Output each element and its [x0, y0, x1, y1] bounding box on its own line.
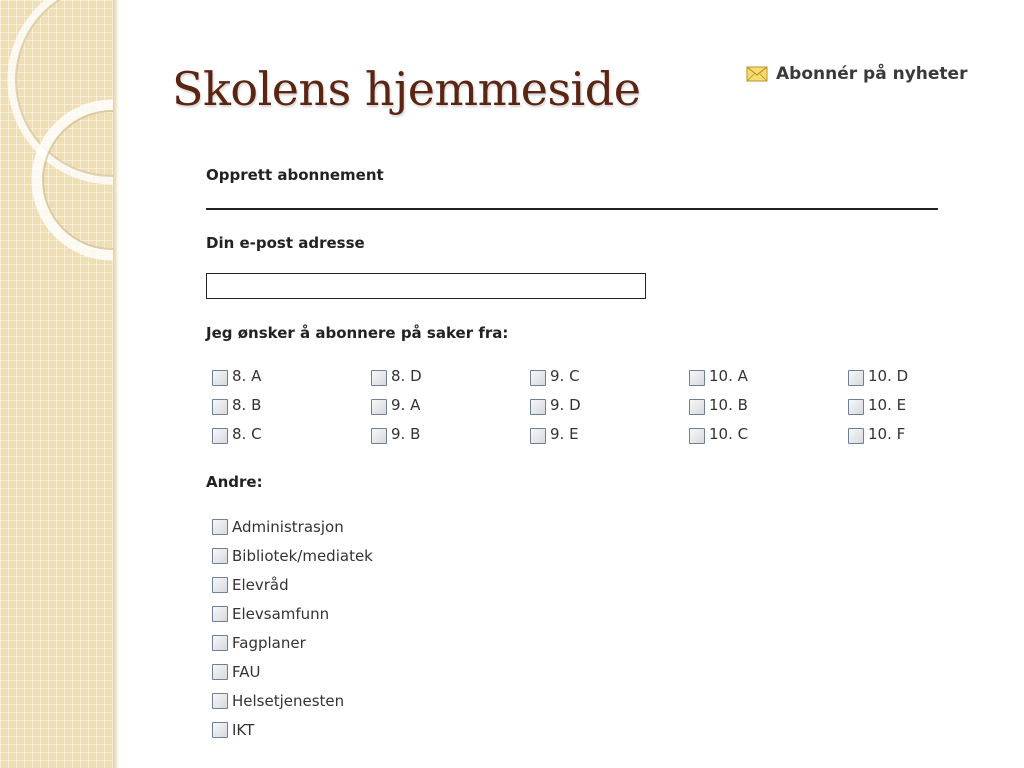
checkbox-label: 8. B	[232, 396, 262, 414]
checkbox-class-10f[interactable]: 10. F	[848, 424, 905, 444]
subscribe-news-label: Abonnér på nyheter	[776, 64, 968, 84]
checkbox-label: FAU	[232, 663, 261, 681]
email-label: Din e-post adresse	[206, 234, 365, 252]
checkbox-label: Helsetjenesten	[232, 692, 345, 710]
checkbox[interactable]	[848, 428, 864, 444]
checkbox-label: 8. A	[232, 367, 262, 385]
checkbox-class-10e[interactable]: 10. E	[848, 395, 906, 415]
slide-title: Skolens hjemmeside	[172, 62, 641, 116]
checkbox[interactable]	[530, 370, 546, 386]
decorative-rings	[7, 0, 113, 261]
email-field[interactable]	[206, 273, 646, 299]
checkbox-fau[interactable]: FAU	[212, 663, 261, 681]
checkbox[interactable]	[689, 428, 705, 444]
others-label: Andre:	[206, 473, 263, 491]
checkbox-elevrad[interactable]: Elevråd	[212, 576, 289, 594]
checkbox[interactable]	[371, 399, 387, 415]
heading-divider	[206, 208, 938, 210]
checkbox-label: Bibliotek/mediatek	[232, 547, 373, 565]
checkbox-class-10c[interactable]: 10. C	[689, 424, 748, 444]
checkbox-label: 10. A	[709, 367, 748, 385]
checkbox-class-9b[interactable]: 9. B	[371, 424, 420, 444]
checkbox-label: 9. C	[550, 367, 580, 385]
checkbox[interactable]	[371, 370, 387, 386]
checkbox[interactable]	[212, 370, 228, 386]
checkbox-label: 10. C	[709, 425, 749, 443]
classes-label: Jeg ønsker å abonnere på saker fra:	[206, 324, 509, 342]
checkbox-label: 10. D	[868, 367, 909, 385]
checkbox[interactable]	[530, 428, 546, 444]
checkbox-label: Fagplaner	[232, 634, 306, 652]
side-strip-shadow	[113, 0, 119, 768]
checkbox-label: 8. D	[391, 367, 422, 385]
checkbox-label: 8. C	[232, 425, 262, 443]
checkbox[interactable]	[848, 370, 864, 386]
checkbox-label: Elevsamfunn	[232, 605, 330, 623]
checkbox-class-9d[interactable]: 9. D	[530, 395, 581, 415]
checkbox-class-8b[interactable]: 8. B	[212, 395, 261, 415]
checkbox-class-8a[interactable]: 8. A	[212, 366, 261, 386]
checkbox-administrasjon[interactable]: Administrasjon	[212, 518, 344, 536]
checkbox[interactable]	[212, 577, 228, 593]
checkbox-class-8d[interactable]: 8. D	[371, 366, 422, 386]
checkbox-class-9c[interactable]: 9. C	[530, 366, 580, 386]
checkbox-label: 10. B	[709, 396, 748, 414]
checkbox-class-10a[interactable]: 10. A	[689, 366, 748, 386]
checkbox-class-10b[interactable]: 10. B	[689, 395, 748, 415]
envelope-icon	[746, 66, 768, 82]
checkbox-class-10d[interactable]: 10. D	[848, 366, 908, 386]
checkbox[interactable]	[530, 399, 546, 415]
form-heading: Opprett abonnement	[206, 166, 384, 184]
checkbox[interactable]	[371, 428, 387, 444]
checkbox-ikt[interactable]: IKT	[212, 721, 254, 739]
decorative-side-strip	[0, 0, 113, 768]
checkbox-bibliotek[interactable]: Bibliotek/mediatek	[212, 547, 373, 565]
subscribe-news-link[interactable]: Abonnér på nyheter	[746, 64, 967, 84]
checkbox-class-9a[interactable]: 9. A	[371, 395, 420, 415]
checkbox[interactable]	[212, 428, 228, 444]
checkbox-label: 9. E	[550, 425, 579, 443]
checkbox-class-9e[interactable]: 9. E	[530, 424, 579, 444]
checkbox-label: Elevråd	[232, 576, 289, 594]
checkbox[interactable]	[212, 722, 228, 738]
checkbox[interactable]	[212, 548, 228, 564]
checkbox[interactable]	[689, 370, 705, 386]
checkbox-label: Administrasjon	[232, 518, 344, 536]
checkbox-label: 9. D	[550, 396, 581, 414]
checkbox-elevsamfunn[interactable]: Elevsamfunn	[212, 605, 329, 623]
checkbox-label: 10. F	[868, 425, 906, 443]
checkbox[interactable]	[848, 399, 864, 415]
checkbox[interactable]	[212, 399, 228, 415]
checkbox-label: 9. B	[391, 425, 421, 443]
checkbox[interactable]	[212, 635, 228, 651]
checkbox[interactable]	[212, 606, 228, 622]
checkbox-helsetjenesten[interactable]: Helsetjenesten	[212, 692, 344, 710]
checkbox-label: 10. E	[868, 396, 907, 414]
checkbox-fagplaner[interactable]: Fagplaner	[212, 634, 306, 652]
checkbox-label: IKT	[232, 721, 255, 739]
checkbox[interactable]	[212, 693, 228, 709]
checkbox[interactable]	[689, 399, 705, 415]
checkbox-class-8c[interactable]: 8. C	[212, 424, 262, 444]
checkbox[interactable]	[212, 519, 228, 535]
checkbox-label: 9. A	[391, 396, 421, 414]
checkbox[interactable]	[212, 664, 228, 680]
